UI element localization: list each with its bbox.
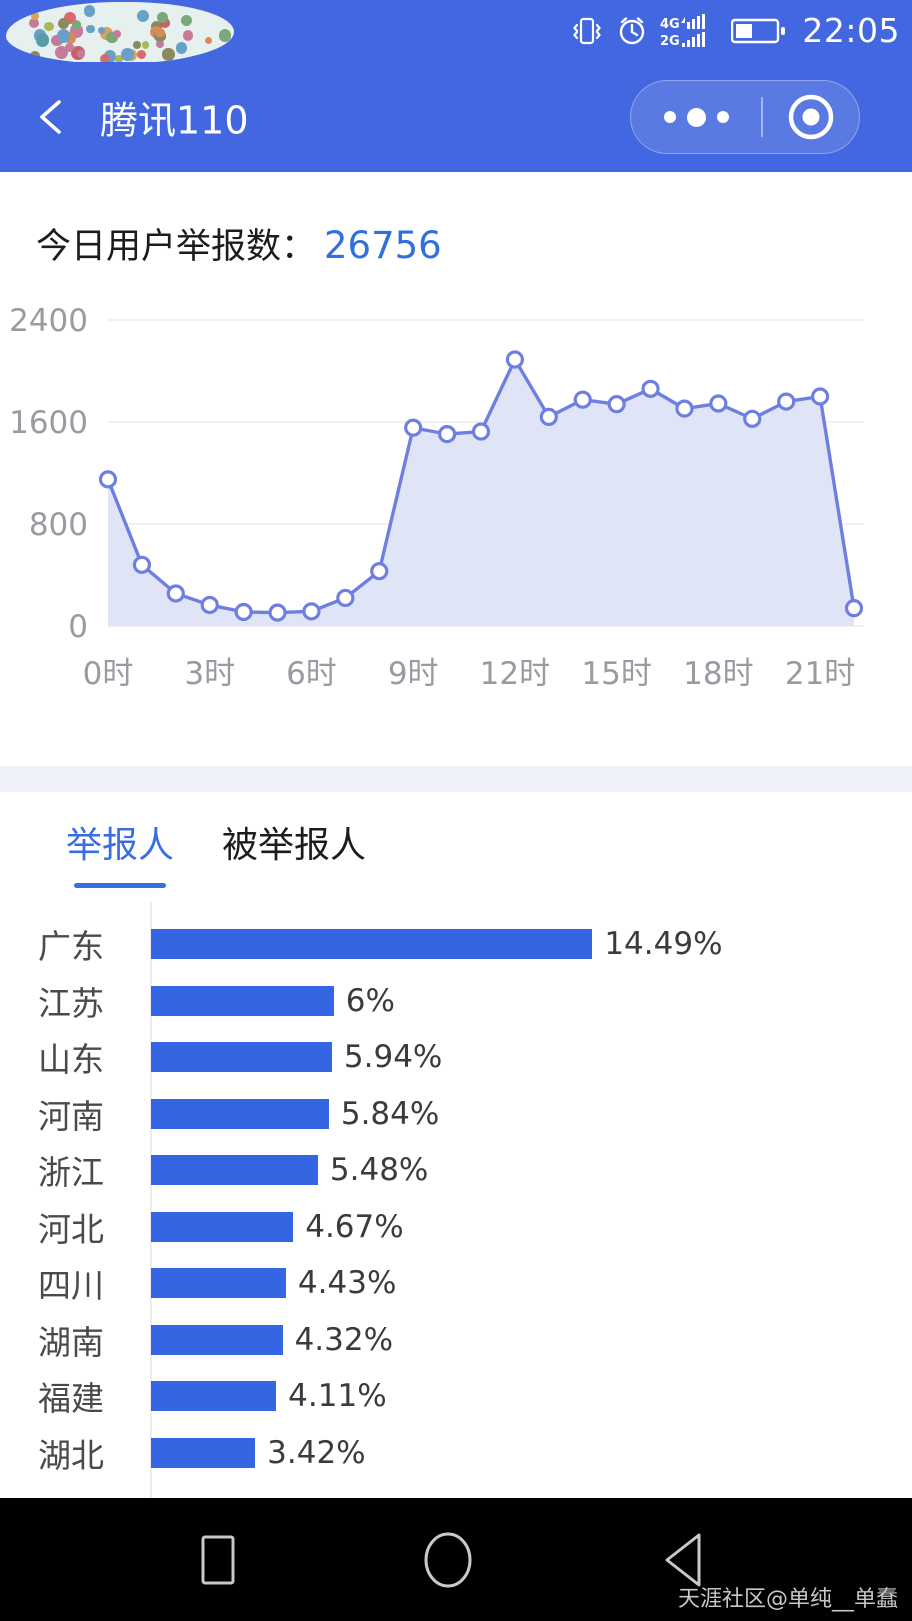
chevron-left-icon[interactable] (30, 95, 74, 139)
bar-category-label: 江苏 (38, 983, 104, 1023)
bar-category-label: 山东 (38, 1040, 104, 1079)
status-bar: 4G 2G 22:05 (0, 0, 912, 64)
bar-category-label: 广东 (38, 927, 104, 966)
tab-reporter[interactable]: 举报人 (66, 816, 174, 888)
nav-bar: 腾讯110 (0, 62, 912, 172)
bar-value-label: 5.48% (329, 1152, 429, 1188)
svg-text:15时: 15时 (581, 656, 651, 692)
bar-category-label: 湖北 (38, 1435, 104, 1475)
bar-category-label: 河南 (38, 1096, 104, 1136)
bar-fill (151, 1042, 332, 1072)
alarm-clock-icon (620, 17, 645, 45)
phone-screen: 4G 2G 22:05 腾讯110 今日用户举报数： 26756 0 800 1… (0, 0, 912, 1621)
bar-fill (151, 1098, 329, 1129)
circle-icon[interactable] (417, 1529, 479, 1591)
bar-value-label: 6% (345, 982, 395, 1019)
region-tabs: 举报人 被举报人 (66, 816, 366, 888)
bar-fill (151, 1211, 294, 1242)
watermark-text: 天涯社区@单纯__单蠢 (677, 1587, 898, 1612)
daily-report-card: 今日用户举报数： 26756 0 800 1600 2400 0时 3时 6时 9时 12时 15… (0, 172, 912, 766)
tab-reported[interactable]: 被举报人 (222, 816, 366, 888)
bar-row: 山东 5.94% (0, 1029, 912, 1085)
svg-text:3时: 3时 (184, 656, 235, 692)
bar-row: 四川 4.43% (0, 1255, 912, 1311)
signal-4g-2g-icon: 4G 2G (660, 14, 706, 49)
hourly-report-line-chart: 0 800 1600 2400 0时 3时 6时 9时 12时 15时 18时 21时 (9, 303, 864, 692)
bar-category-label: 湖南 (38, 1322, 104, 1362)
square-icon[interactable] (195, 1529, 241, 1591)
bar-fill (151, 1268, 286, 1298)
bar-category-label: 浙江 (38, 1153, 104, 1192)
vibrate-icon (573, 17, 602, 45)
svg-text:21时: 21时 (785, 656, 855, 692)
today-report-summary: 今日用户举报数： 26756 (36, 218, 442, 269)
bar-row: 浙江 5.48% (0, 1142, 912, 1198)
bar-value-label: 4.43% (297, 1265, 397, 1301)
bar-fill (151, 985, 334, 1016)
bar-value-label: 4.32% (294, 1321, 394, 1358)
region-distribution-card: 举报人 被举报人 广东 14.49% 江苏 6% 山东 5.94% 河南 5.84% 浙江 5.4… (0, 792, 912, 1498)
svg-text:800: 800 (29, 507, 88, 543)
svg-text:12时: 12时 (480, 656, 550, 692)
android-navigation-bar: 天涯社区@单纯__单蠢 (0, 1498, 912, 1621)
svg-text:2400: 2400 (9, 303, 88, 339)
bar-row: 河南 5.84% (0, 1086, 912, 1142)
battery-icon (731, 18, 786, 44)
ellipsis-icon[interactable] (631, 107, 761, 127)
status-bar-indicators: 4G 2G 22:05 (570, 0, 900, 62)
today-report-label: 今日用户举报数： (36, 227, 317, 267)
svg-text:4G: 4G (660, 17, 680, 32)
bar-category-label: 福建 (38, 1379, 104, 1418)
svg-text:6时: 6时 (286, 656, 337, 692)
svg-text:0时: 0时 (83, 656, 134, 692)
svg-text:1600: 1600 (9, 405, 88, 441)
svg-text:2G: 2G (660, 34, 680, 49)
bar-category-label: 四川 (38, 1266, 104, 1305)
bar-row: 江苏 6% (0, 973, 912, 1029)
svg-text:18时: 18时 (683, 656, 753, 692)
status-bar-time: 22:05 (802, 10, 900, 50)
bar-fill (151, 929, 593, 959)
bar-value-label: 5.94% (343, 1039, 443, 1075)
bar-fill (151, 1155, 318, 1185)
bar-row: 湖南 4.32% (0, 1312, 912, 1368)
bar-row: 广东 14.49% (0, 916, 912, 972)
bar-row: 福建 4.11% (0, 1368, 912, 1424)
bar-value-label: 3.42% (267, 1434, 366, 1471)
bar-value-label: 4.67% (305, 1208, 404, 1245)
svg-text:9时: 9时 (388, 656, 439, 692)
today-report-value: 26756 (324, 224, 442, 267)
bar-fill (151, 1437, 256, 1468)
bar-value-label: 14.49% (604, 926, 723, 962)
region-bar-chart: 广东 14.49% 江苏 6% 山东 5.94% 河南 5.84% 浙江 5.48% 河北 4.67%… (0, 902, 912, 1498)
section-divider (0, 766, 912, 792)
bar-row: 湖北 3.42% (0, 1425, 912, 1481)
bar-fill (151, 1381, 277, 1411)
target-circle-icon[interactable] (763, 91, 859, 143)
status-bar-blob-decoration (6, 2, 234, 64)
bar-value-label: 5.84% (340, 1095, 440, 1132)
bar-category-label: 河北 (38, 1209, 104, 1249)
bar-value-label: 4.11% (288, 1378, 387, 1414)
wechat-capsule-bar (630, 80, 860, 154)
bar-row: 河北 4.67% (0, 1199, 912, 1255)
svg-text:0: 0 (68, 609, 88, 645)
bar-fill (151, 1324, 283, 1355)
page-title: 腾讯110 (100, 98, 249, 143)
